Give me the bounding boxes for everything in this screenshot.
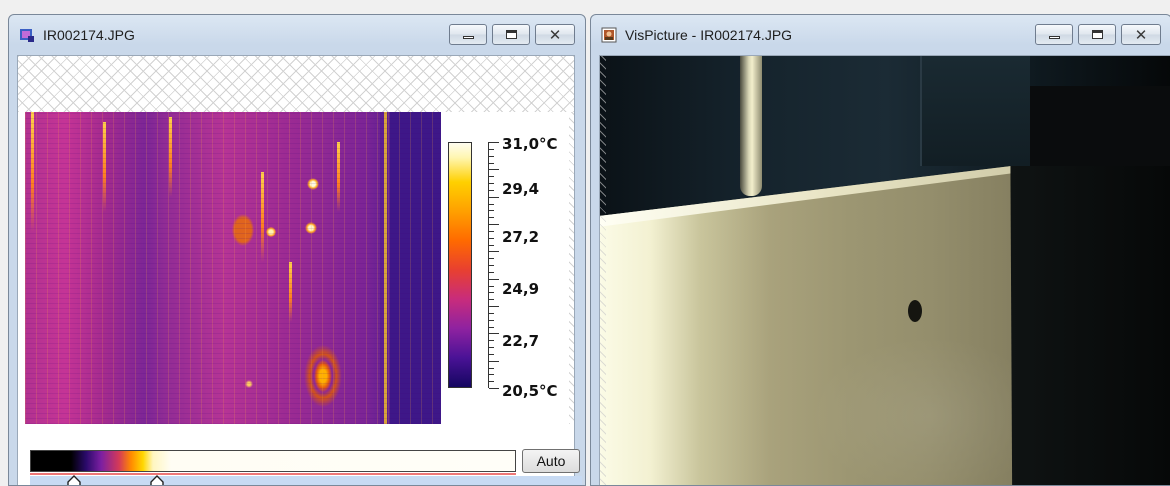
ir-client-area: 31,0°C 29,4 27,2 24,9 22,7 20,5°C Auto [17, 55, 582, 486]
photo-shadow [1010, 166, 1170, 485]
ir-window-titlebar[interactable]: IR002174.JPG ✕ [9, 15, 585, 53]
scale-tick [489, 245, 494, 246]
scale-tick [489, 224, 499, 225]
scale-tick [489, 176, 494, 177]
scale-min-label: 20,5°C [502, 382, 558, 400]
scale-tick [489, 238, 494, 239]
auto-button[interactable]: Auto [522, 449, 580, 473]
vis-window-title: VisPicture - IR002174.JPG [625, 27, 793, 43]
photo-background-window [920, 56, 1030, 166]
temperature-scale-ticks [488, 142, 500, 389]
scale-tick [489, 156, 494, 157]
scale-tick [489, 327, 494, 328]
scale-tick [489, 258, 494, 259]
minimize-icon [463, 36, 474, 39]
scale-tick [489, 299, 494, 300]
scale-tick [489, 381, 494, 382]
thermal-image[interactable] [25, 112, 441, 424]
scale-tick [489, 279, 499, 280]
scale-tick [489, 265, 494, 266]
vis-window-titlebar[interactable]: VisPicture - IR002174.JPG ✕ [591, 15, 1170, 53]
ir-minimize-button[interactable] [449, 24, 487, 45]
ir-close-button[interactable]: ✕ [535, 24, 575, 45]
ir-window-title: IR002174.JPG [43, 27, 135, 43]
palette-slider-thumb-high[interactable] [150, 475, 164, 486]
scale-tick [489, 320, 494, 321]
vis-close-button[interactable]: ✕ [1121, 24, 1161, 45]
scale-tick [489, 340, 494, 341]
ir-image-window: IR002174.JPG ✕ 31,0°C 29,4 27,2 24,9 22,… [8, 14, 586, 486]
maximize-icon [1092, 30, 1103, 39]
scale-label: 29,4 [502, 180, 540, 198]
scale-tick [489, 169, 499, 170]
hot-streak [261, 172, 264, 262]
visual-picture-window: VisPicture - IR002174.JPG ✕ [590, 14, 1170, 486]
scale-max-label: 31,0°C [502, 135, 558, 153]
scale-tick [489, 142, 499, 143]
scale-tick [489, 361, 499, 362]
visual-photo[interactable] [599, 55, 1170, 485]
scale-tick [489, 313, 494, 314]
scale-tick [489, 286, 494, 287]
hot-streak [289, 262, 292, 322]
scale-tick [489, 197, 499, 198]
camera-picture-icon [601, 27, 617, 43]
photo-metal-rod [740, 56, 762, 196]
scale-tick [489, 204, 494, 205]
scale-tick [489, 217, 494, 218]
scale-tick [489, 292, 494, 293]
scale-tick [489, 306, 499, 307]
scale-label: 24,9 [502, 280, 540, 298]
ir-maximize-button[interactable] [492, 24, 530, 45]
photo-border-hatch [600, 56, 606, 485]
ir-canvas-background-side [569, 112, 574, 424]
close-icon: ✕ [548, 26, 562, 44]
vis-maximize-button[interactable] [1078, 24, 1116, 45]
scale-tick [489, 231, 494, 232]
scale-tick [489, 163, 494, 164]
scale-tick [489, 354, 494, 355]
temperature-color-scale [448, 142, 472, 388]
scale-tick [489, 183, 494, 184]
palette-slider-thumb-low[interactable] [67, 475, 81, 486]
hot-streak [337, 142, 340, 212]
scale-tick [489, 272, 494, 273]
scale-tick [489, 347, 494, 348]
scale-tick [489, 190, 494, 191]
scale-tick [489, 368, 494, 369]
scale-tick [489, 210, 494, 211]
scale-label: 22,7 [502, 332, 540, 350]
palette-range-line [30, 473, 516, 475]
palette-slider-track[interactable] [30, 476, 582, 485]
scale-tick [489, 251, 499, 252]
scale-tick [489, 374, 494, 375]
hot-streak [31, 112, 34, 232]
ir-canvas-background [18, 56, 574, 112]
minimize-icon [1049, 36, 1060, 39]
thermal-image-icon [20, 29, 34, 42]
close-icon: ✕ [1134, 26, 1148, 44]
scale-label: 27,2 [502, 228, 540, 246]
maximize-icon [506, 30, 517, 39]
scale-tick [489, 333, 499, 334]
hot-streak [103, 122, 106, 212]
photo-plate-hole [908, 300, 922, 322]
scale-tick [489, 149, 494, 150]
vis-minimize-button[interactable] [1035, 24, 1073, 45]
scale-tick [489, 388, 499, 389]
hot-streak [169, 117, 172, 197]
palette-gradient-bar[interactable] [30, 450, 516, 472]
